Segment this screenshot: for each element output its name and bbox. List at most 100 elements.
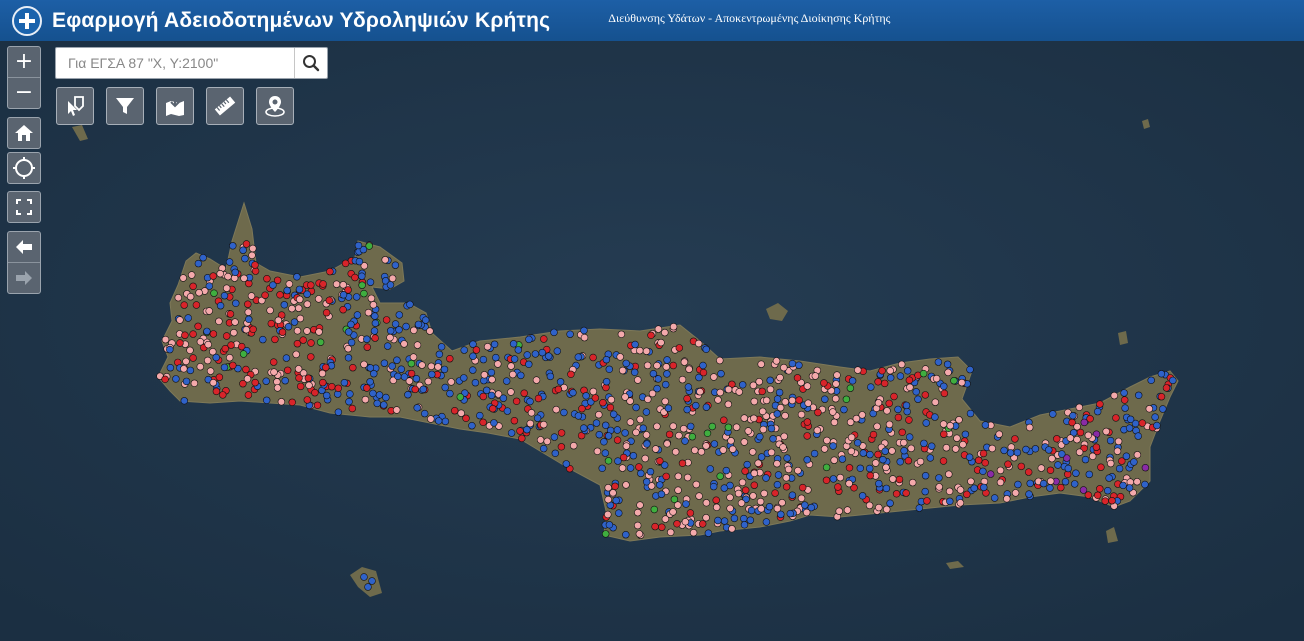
water-point-marker[interactable]	[344, 354, 353, 362]
water-point-marker[interactable]	[595, 431, 603, 439]
water-point-marker[interactable]	[190, 379, 199, 387]
fullscreen-button[interactable]	[7, 191, 41, 223]
water-point-marker[interactable]	[774, 471, 783, 479]
water-point-marker[interactable]	[726, 493, 734, 502]
water-point-marker[interactable]	[995, 430, 1003, 438]
water-point-marker[interactable]	[803, 382, 812, 390]
water-point-marker[interactable]	[273, 384, 282, 392]
water-point-marker[interactable]	[223, 284, 231, 292]
water-point-marker[interactable]	[664, 404, 673, 412]
water-point-marker[interactable]	[653, 384, 661, 393]
water-point-marker[interactable]	[538, 348, 546, 357]
water-point-marker[interactable]	[375, 391, 384, 399]
water-point-marker[interactable]	[750, 397, 758, 406]
water-point-marker[interactable]	[220, 292, 229, 300]
water-point-marker[interactable]	[1130, 458, 1138, 466]
water-point-marker[interactable]	[351, 273, 359, 282]
water-point-marker[interactable]	[428, 370, 436, 379]
water-point-marker[interactable]	[363, 384, 371, 392]
water-point-marker[interactable]	[637, 469, 645, 478]
water-point-marker[interactable]	[914, 395, 922, 403]
water-point-marker[interactable]	[215, 373, 224, 381]
water-point-marker[interactable]	[730, 514, 739, 523]
water-point-marker[interactable]	[1000, 446, 1008, 455]
water-point-marker[interactable]	[216, 302, 225, 310]
water-point-marker[interactable]	[1093, 407, 1102, 416]
water-point-marker[interactable]	[393, 406, 401, 414]
water-point-marker[interactable]	[749, 381, 758, 389]
water-point-marker[interactable]	[366, 378, 374, 386]
water-point-marker[interactable]	[853, 439, 862, 447]
water-point-marker[interactable]	[354, 241, 363, 250]
water-point-marker[interactable]	[974, 456, 983, 464]
water-point-marker[interactable]	[1075, 403, 1084, 411]
water-point-marker[interactable]	[204, 340, 212, 349]
water-point-marker[interactable]	[503, 377, 511, 385]
water-point-marker[interactable]	[772, 357, 781, 365]
water-point-marker[interactable]	[903, 407, 911, 416]
water-point-marker[interactable]	[595, 411, 603, 419]
water-point-marker[interactable]	[1157, 393, 1166, 401]
water-point-marker[interactable]	[471, 379, 480, 387]
water-point-marker[interactable]	[509, 340, 518, 348]
water-point-marker[interactable]	[622, 442, 631, 450]
water-point-marker[interactable]	[209, 272, 217, 280]
water-point-marker[interactable]	[296, 295, 304, 304]
water-point-marker[interactable]	[1026, 479, 1034, 488]
water-point-marker[interactable]	[567, 370, 575, 378]
water-point-marker[interactable]	[1125, 424, 1134, 432]
water-point-marker[interactable]	[384, 342, 392, 350]
water-point-marker[interactable]	[1157, 370, 1166, 378]
water-point-marker[interactable]	[210, 289, 218, 297]
water-point-marker[interactable]	[702, 514, 710, 522]
water-point-marker[interactable]	[220, 363, 229, 372]
water-point-marker[interactable]	[889, 475, 897, 483]
water-point-marker[interactable]	[249, 325, 257, 333]
water-point-marker[interactable]	[241, 254, 249, 263]
water-point-marker[interactable]	[578, 405, 586, 413]
water-point-marker[interactable]	[303, 327, 311, 335]
water-point-marker[interactable]	[923, 497, 931, 505]
water-point-marker[interactable]	[970, 484, 978, 492]
water-point-marker[interactable]	[349, 364, 357, 372]
water-point-marker[interactable]	[261, 291, 269, 299]
water-point-marker[interactable]	[609, 489, 617, 497]
water-point-marker[interactable]	[743, 460, 751, 469]
water-point-marker[interactable]	[940, 430, 948, 438]
water-point-marker[interactable]	[946, 422, 954, 430]
water-point-marker[interactable]	[319, 378, 327, 387]
water-point-marker[interactable]	[557, 429, 566, 437]
water-point-marker[interactable]	[636, 346, 644, 355]
water-point-marker[interactable]	[303, 290, 311, 298]
water-point-marker[interactable]	[822, 463, 831, 472]
water-point-marker[interactable]	[681, 518, 690, 526]
water-point-marker[interactable]	[651, 445, 660, 453]
water-point-marker[interactable]	[509, 370, 517, 379]
water-point-marker[interactable]	[921, 391, 929, 399]
water-point-marker[interactable]	[932, 374, 941, 383]
water-point-marker[interactable]	[904, 457, 913, 465]
water-point-marker[interactable]	[507, 429, 516, 437]
water-point-marker[interactable]	[184, 314, 192, 322]
water-point-marker[interactable]	[307, 339, 315, 347]
water-point-marker[interactable]	[215, 317, 223, 325]
water-point-marker[interactable]	[242, 240, 251, 248]
water-point-marker[interactable]	[1046, 466, 1055, 474]
water-point-marker[interactable]	[345, 328, 353, 336]
water-point-marker[interactable]	[1125, 484, 1134, 492]
water-point-marker[interactable]	[1112, 414, 1120, 422]
water-point-marker[interactable]	[722, 466, 730, 475]
water-point-marker[interactable]	[848, 377, 857, 385]
water-point-marker[interactable]	[683, 473, 692, 482]
water-point-marker[interactable]	[685, 365, 693, 373]
water-point-marker[interactable]	[229, 361, 237, 370]
water-point-marker[interactable]	[829, 442, 837, 450]
water-point-marker[interactable]	[663, 356, 671, 364]
water-point-marker[interactable]	[956, 499, 965, 507]
water-point-marker[interactable]	[437, 343, 446, 351]
water-point-marker[interactable]	[1025, 490, 1033, 498]
water-point-marker[interactable]	[692, 480, 700, 489]
water-point-marker[interactable]	[822, 476, 831, 484]
water-point-marker[interactable]	[446, 389, 454, 398]
water-point-marker[interactable]	[773, 460, 781, 468]
